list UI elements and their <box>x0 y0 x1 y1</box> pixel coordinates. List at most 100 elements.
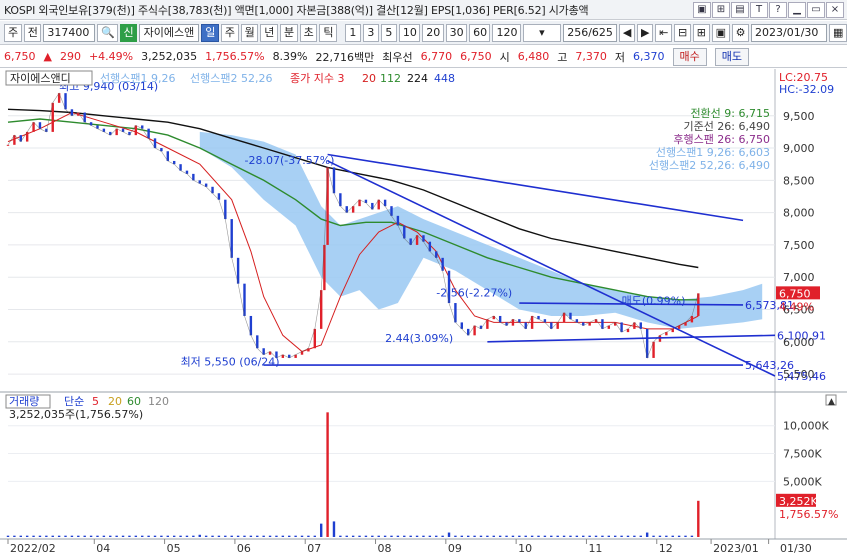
price-legend: 자이에스앤디 선행스팬1 9,26 선행스팬2 52,26 종가 지수 3 20… <box>5 70 455 86</box>
volume-bar <box>479 535 483 537</box>
interval-20[interactable]: 20 <box>422 23 444 42</box>
period-button[interactable]: 주 <box>4 23 22 42</box>
conversion-line-label: 전환선 9: 6,715 <box>690 107 770 120</box>
prev-icon[interactable]: ◀ <box>618 23 636 42</box>
volume-ma60: 60 <box>127 395 141 408</box>
tab-week[interactable]: 주 <box>220 23 239 42</box>
tab-month[interactable]: 월 <box>240 23 259 42</box>
volume-bar <box>339 535 342 537</box>
volume-tick-label: 5,000K <box>783 475 822 488</box>
interval-5[interactable]: 5 <box>380 23 397 42</box>
volume-bar <box>652 535 655 537</box>
help-icon[interactable]: ? <box>769 1 787 18</box>
price-annotation: 최저 5,550 (06/24) <box>181 356 280 369</box>
volume-bar <box>32 535 35 537</box>
volume-bar <box>633 535 636 537</box>
volume-bar <box>326 412 329 537</box>
x-tick-label: 06 <box>237 542 251 554</box>
volume-ma5: 5 <box>92 395 99 408</box>
zoom-out-icon[interactable]: ⊟ <box>673 23 691 42</box>
text-t-icon[interactable]: T <box>750 1 768 18</box>
volume-bar <box>121 535 125 537</box>
volume-ma-label: 단순 <box>64 395 84 408</box>
volume-bar <box>582 535 585 537</box>
lagging-span-label: 후행스팬 26: 6,750 <box>673 133 770 146</box>
tab-day[interactable]: 일 <box>201 23 219 42</box>
volume-bar <box>601 535 604 537</box>
open-label: 시 <box>499 50 510 64</box>
buy-button[interactable]: 매수 <box>672 47 707 66</box>
volume-bar <box>684 535 687 537</box>
search-icon[interactable]: 🔍 <box>97 23 119 42</box>
tab-tick[interactable]: 틱 <box>319 23 338 42</box>
volume-percent: 1,756.57% <box>205 50 265 63</box>
volume-bar <box>415 535 419 537</box>
open-price: 6,480 <box>517 50 550 63</box>
volume-bar <box>345 535 348 537</box>
volume-bar <box>377 535 380 537</box>
calendar-icon[interactable]: ▦ <box>829 23 847 42</box>
volume-bar <box>89 535 93 537</box>
tab-year[interactable]: 년 <box>260 23 278 42</box>
legend-span2: 선행스팬2 52,26 <box>190 72 272 85</box>
y-tick-label: 8,000 <box>783 207 815 220</box>
volume-bar <box>243 535 246 537</box>
restore-icon[interactable]: ▭ <box>807 1 825 18</box>
first-icon[interactable]: ⇤ <box>655 23 672 42</box>
interval-dropdown[interactable]: ▾ <box>522 23 562 42</box>
volume-current-label: 3,252K <box>779 495 818 508</box>
bid-price: 6,750 <box>460 50 492 63</box>
volume-bar <box>658 535 662 537</box>
date-input[interactable] <box>751 23 828 42</box>
volume-bar <box>294 535 297 537</box>
volume-bar <box>467 535 470 537</box>
interval-120[interactable]: 120 <box>492 23 521 42</box>
zoom-in-icon[interactable]: ⊞ <box>692 23 710 42</box>
interval-10[interactable]: 10 <box>398 23 421 42</box>
next-icon[interactable]: ▶ <box>637 23 654 42</box>
volume-bar <box>230 535 233 537</box>
save-icon[interactable]: ▣ <box>711 23 730 42</box>
volume-bar <box>96 535 99 537</box>
volume-bar <box>428 535 432 537</box>
market-select[interactable]: 전 <box>23 23 42 42</box>
grid-icon[interactable]: ⊞ <box>712 1 730 18</box>
stock-info-bar: KOSPI 외국인보유[379(천)] 주식수[38,783(천)] 액면[1,… <box>0 0 847 20</box>
stock-code-input[interactable] <box>43 23 96 42</box>
stock-info-text: KOSPI 외국인보유[379(천)] 주식수[38,783(천)] 액면[1,… <box>4 3 589 17</box>
tab-minute[interactable]: 분 <box>279 23 298 42</box>
volume-bar <box>550 535 553 537</box>
volume-bar <box>25 535 29 537</box>
volume-bar <box>300 535 304 537</box>
interval-60[interactable]: 60 <box>469 23 491 42</box>
volume-bar <box>403 535 406 537</box>
amount: 22,716백만 <box>315 50 375 64</box>
chart-area[interactable]: 5,475,46 6,100,91 5,643,26 6,573,81 최고 9,94… <box>0 69 847 554</box>
high-label: 고 <box>557 50 568 64</box>
interval-1[interactable]: 1 <box>344 23 361 42</box>
sell-button[interactable]: 매도 <box>714 47 749 66</box>
close-icon[interactable]: × <box>826 1 844 18</box>
dock-icon[interactable]: ▣ <box>693 1 711 18</box>
volume-bar <box>390 535 393 537</box>
volume-bar <box>160 535 163 537</box>
volume-bar <box>109 535 112 537</box>
table-icon[interactable]: ▤ <box>731 1 749 18</box>
volume-bar <box>51 535 54 537</box>
interval-3[interactable]: 3 <box>362 23 379 42</box>
volume-bar <box>147 535 150 537</box>
price-chart[interactable]: 5,475,466,100,915,643,266,573,81 최고 9,94… <box>0 69 847 554</box>
volume-bar <box>313 535 316 537</box>
volume-bar <box>64 535 67 537</box>
interval-30[interactable]: 30 <box>445 23 468 42</box>
tab-second[interactable]: 초 <box>299 23 318 42</box>
volume-bar <box>409 535 412 537</box>
volume-bar <box>626 535 630 537</box>
volume-bar <box>677 535 681 537</box>
minimize-icon[interactable]: ▁ <box>788 1 806 18</box>
volume-bar <box>19 535 22 537</box>
settings-icon[interactable]: ⚙ <box>731 23 750 42</box>
volume-bar <box>70 535 74 537</box>
chart-window: KOSPI 외국인보유[379(천)] 주식수[38,783(천)] 액면[1,… <box>0 0 847 554</box>
stock-name-field[interactable]: 자이에스앤 <box>138 23 200 42</box>
